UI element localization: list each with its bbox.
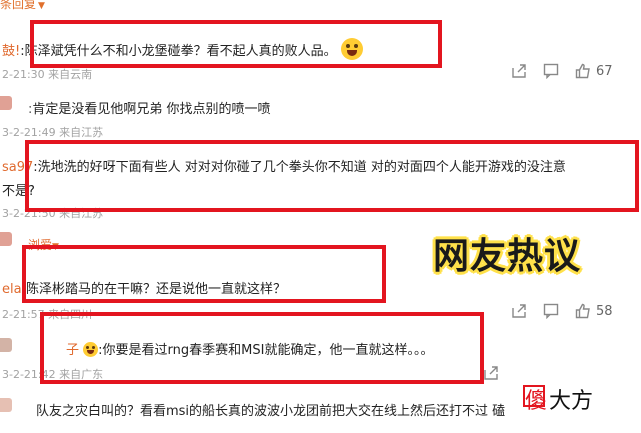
watermark-rest: 大方 bbox=[549, 389, 594, 414]
username[interactable]: ela bbox=[2, 282, 22, 297]
like-count: 67 bbox=[596, 63, 613, 79]
avatar[interactable] bbox=[0, 232, 12, 246]
reply-label: 条回复 bbox=[0, 0, 37, 11]
comment-7: 队友之灾白叫的？看看msi的船长真的波波小龙团前把大交在线上然后还打不过 磕 bbox=[36, 404, 506, 419]
avatar[interactable] bbox=[0, 96, 12, 110]
share-icon[interactable] bbox=[510, 302, 528, 320]
watermark-box bbox=[523, 385, 545, 407]
highlight-frame bbox=[22, 245, 386, 303]
reply-count-header[interactable]: 条回复 ▼ bbox=[0, 0, 45, 12]
comment-text: 肯定是没看见他啊兄弟 你找点别的喷一喷 bbox=[32, 102, 271, 117]
thumbs-up-icon[interactable] bbox=[574, 62, 592, 80]
comment-icon[interactable] bbox=[542, 302, 560, 320]
comment-2: :肯定是没看见他啊兄弟 你找点别的喷一喷 bbox=[28, 102, 271, 117]
like-count: 58 bbox=[596, 303, 613, 319]
avatar[interactable] bbox=[0, 398, 12, 412]
highlight-frame bbox=[40, 312, 484, 384]
comment-meta: 3-2-21:49 来自江苏 bbox=[2, 126, 104, 139]
comment-meta: 2-21:30 来自云南 bbox=[2, 68, 93, 81]
comment-icon[interactable] bbox=[542, 62, 560, 80]
username[interactable]: 鼓! bbox=[2, 44, 20, 59]
overlay-title: 网友热议 bbox=[433, 236, 582, 277]
highlight-frame bbox=[30, 20, 442, 68]
chevron-down-icon: ▼ bbox=[38, 1, 45, 11]
comment-actions: 67 bbox=[510, 62, 613, 80]
share-icon[interactable] bbox=[510, 62, 528, 80]
avatar[interactable] bbox=[0, 338, 12, 352]
thumbs-up-icon[interactable] bbox=[574, 302, 592, 320]
watermark-logo: 傻大方 bbox=[523, 383, 641, 415]
highlight-frame bbox=[25, 140, 639, 212]
comment-actions bbox=[482, 364, 500, 382]
share-icon[interactable] bbox=[482, 364, 500, 382]
comment-actions: 58 bbox=[510, 302, 613, 320]
